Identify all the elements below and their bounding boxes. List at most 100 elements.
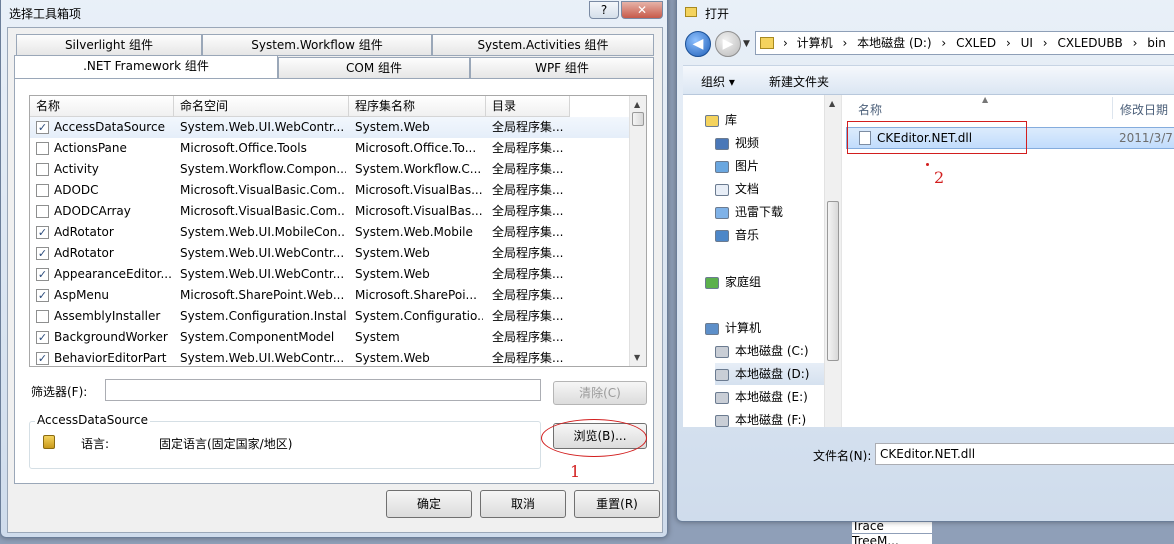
nav-item-document[interactable]: 文档 bbox=[715, 178, 759, 200]
table-row[interactable]: ActionsPane Microsoft.Office.Tools Microso… bbox=[30, 138, 630, 159]
scrollbar-thumb[interactable] bbox=[827, 201, 839, 361]
breadcrumb-cxledubb[interactable]: CXLEDUBB bbox=[1057, 36, 1122, 50]
components-list[interactable]: 名称 命名空间 程序集名称 目录 ✓ AccessDataSource System… bbox=[29, 95, 647, 367]
breadcrumb-drive-d[interactable]: 本地磁盘 (D:) bbox=[857, 36, 931, 50]
cell-ns: Microsoft.VisualBasic.Com... bbox=[180, 183, 346, 197]
tab-system-activities[interactable]: System.Activities 组件 bbox=[432, 34, 654, 56]
table-row[interactable]: AssemblyInstaller System.Configuration.In… bbox=[30, 306, 630, 327]
nav-item-music[interactable]: 音乐 bbox=[715, 224, 759, 246]
nav-item-homegroup[interactable]: 家庭组 bbox=[705, 271, 761, 293]
scrollbar-thumb[interactable] bbox=[632, 112, 644, 126]
clear-button[interactable]: 清除(C) bbox=[553, 381, 647, 405]
nav-item-picture[interactable]: 图片 bbox=[715, 155, 759, 177]
back-arrow-icon[interactable]: ◀ bbox=[685, 31, 711, 57]
table-row[interactable]: Activity System.Workflow.Compon... System.… bbox=[30, 159, 630, 180]
nav-scrollbar[interactable]: ▲ bbox=[824, 95, 841, 427]
cell-asm: System.Web.Mobile bbox=[355, 225, 473, 239]
cell-name: AspMenu bbox=[54, 288, 110, 302]
column-header-namespace[interactable]: 命名空间 bbox=[174, 96, 349, 117]
ok-button[interactable]: 确定 bbox=[386, 490, 472, 518]
breadcrumb-ui[interactable]: UI bbox=[1021, 36, 1033, 50]
list-scrollbar[interactable]: ▲ ▼ bbox=[629, 96, 646, 366]
row-checkbox[interactable]: ✓ bbox=[36, 352, 49, 365]
cell-dir: 全局程序集... bbox=[492, 183, 564, 197]
breadcrumb-cxled[interactable]: CXLED bbox=[956, 36, 996, 50]
nav-item-download[interactable]: 迅雷下载 bbox=[715, 201, 783, 223]
cell-asm: System.Workflow.C... bbox=[355, 162, 482, 176]
table-row[interactable]: ✓ AccessDataSource System.Web.UI.WebContr.… bbox=[30, 117, 630, 138]
nav-item-drive[interactable]: 本地磁盘 (F:) bbox=[715, 409, 806, 427]
organize-button[interactable]: 组织 ▾ bbox=[701, 73, 735, 90]
nav-item-computer[interactable]: 计算机 bbox=[705, 317, 761, 339]
nav-item-library[interactable]: 库 bbox=[705, 109, 737, 131]
row-checkbox[interactable]: ✓ bbox=[36, 331, 49, 344]
breadcrumb-separator-icon: › bbox=[941, 36, 947, 50]
column-header-name[interactable]: 名称 bbox=[30, 96, 174, 117]
row-checkbox[interactable] bbox=[36, 205, 49, 218]
reset-button[interactable]: 重置(R) bbox=[574, 490, 660, 518]
column-header-date[interactable]: 修改日期 bbox=[1120, 101, 1174, 121]
cell-dir: 全局程序集... bbox=[492, 120, 564, 134]
cell-dir: 全局程序集... bbox=[492, 330, 564, 344]
address-bar[interactable]: › 计算机 › 本地磁盘 (D:) › CXLED › UI › CXLEDUB… bbox=[755, 31, 1174, 55]
row-checkbox[interactable] bbox=[36, 163, 49, 176]
tab-wpf[interactable]: WPF 组件 bbox=[470, 57, 654, 79]
row-checkbox[interactable] bbox=[36, 142, 49, 155]
cell-ns: System.Web.UI.WebContr... bbox=[180, 120, 345, 134]
table-row[interactable]: ADODC Microsoft.VisualBasic.Com... Microso… bbox=[30, 180, 630, 201]
scroll-up-arrow-icon[interactable]: ▲ bbox=[634, 100, 640, 109]
table-row[interactable]: ✓ AdRotator System.Web.UI.MobileCon... Syst… bbox=[30, 222, 630, 243]
computer-icon bbox=[705, 322, 719, 335]
table-row[interactable]: ✓ AspMenu Microsoft.SharePoint.Web... Micro… bbox=[30, 285, 630, 306]
nav-item-drive[interactable]: 本地磁盘 (C:) bbox=[715, 340, 809, 362]
table-row[interactable]: ✓ BackgroundWorker System.ComponentModel Sy… bbox=[30, 327, 630, 348]
nav-item-drive[interactable]: 本地磁盘 (E:) bbox=[715, 386, 808, 408]
window-icon bbox=[685, 7, 697, 17]
table-row[interactable]: ✓ AdRotator System.Web.UI.WebContr... Syste… bbox=[30, 243, 630, 264]
filename-label: 文件名(N): bbox=[813, 449, 872, 463]
row-checkbox[interactable]: ✓ bbox=[36, 268, 49, 281]
cell-dir: 全局程序集... bbox=[492, 267, 564, 281]
close-button[interactable]: ✕ bbox=[621, 1, 663, 19]
tab-system-workflow[interactable]: System.Workflow 组件 bbox=[202, 34, 432, 56]
row-checkbox[interactable]: ✓ bbox=[36, 121, 49, 134]
cell-asm: Microsoft.VisualBas... bbox=[355, 183, 483, 197]
help-button[interactable]: ? bbox=[589, 1, 619, 19]
tab-com[interactable]: COM 组件 bbox=[278, 57, 470, 79]
nav-item-drive[interactable]: 本地磁盘 (D:) bbox=[715, 363, 833, 385]
history-dropdown-icon[interactable]: ▼ bbox=[743, 39, 750, 49]
row-checkbox[interactable]: ✓ bbox=[36, 226, 49, 239]
column-header-name[interactable]: 名称 bbox=[858, 101, 1114, 121]
cancel-button[interactable]: 取消 bbox=[480, 490, 566, 518]
library-icon bbox=[705, 114, 719, 127]
nav-item-label: 家庭组 bbox=[725, 275, 762, 289]
table-row[interactable]: ✓ BehaviorEditorPart System.Web.UI.WebCont… bbox=[30, 348, 630, 366]
picture-icon bbox=[715, 160, 729, 173]
open-file-dialog: 打开 ◀ ▶ ▼ › 计算机 › 本地磁盘 (D:) › CXLED › UI … bbox=[676, 0, 1174, 522]
table-row[interactable]: ✓ AppearanceEditor... System.Web.UI.WebCon… bbox=[30, 264, 630, 285]
breadcrumb-bin[interactable]: bin bbox=[1147, 36, 1166, 50]
tab-silverlight[interactable]: Silverlight 组件 bbox=[16, 34, 202, 56]
row-checkbox[interactable] bbox=[36, 184, 49, 197]
filename-input[interactable]: CKEditor.NET.dll bbox=[875, 443, 1174, 465]
forward-arrow-icon[interactable]: ▶ bbox=[715, 31, 741, 57]
row-checkbox[interactable] bbox=[36, 310, 49, 323]
column-header-assembly[interactable]: 程序集名称 bbox=[349, 96, 486, 117]
scroll-up-arrow-icon[interactable]: ▲ bbox=[829, 99, 835, 108]
cell-name: AssemblyInstaller bbox=[54, 309, 161, 323]
row-checkbox[interactable]: ✓ bbox=[36, 247, 49, 260]
cell-name: AdRotator bbox=[54, 246, 114, 260]
filter-input[interactable] bbox=[105, 379, 541, 401]
cell-ns: System.Web.UI.WebContr... bbox=[180, 246, 345, 260]
nav-item-label: 本地磁盘 (D:) bbox=[735, 367, 810, 381]
cell-asm: System bbox=[355, 330, 400, 344]
breadcrumb-computer[interactable]: 计算机 bbox=[797, 36, 833, 50]
scroll-down-arrow-icon[interactable]: ▼ bbox=[634, 353, 640, 362]
tab-net-framework[interactable]: .NET Framework 组件 bbox=[14, 55, 278, 79]
row-checkbox[interactable]: ✓ bbox=[36, 289, 49, 302]
column-header-directory[interactable]: 目录 bbox=[486, 96, 570, 117]
nav-item-video[interactable]: 视频 bbox=[715, 132, 759, 154]
new-folder-button[interactable]: 新建文件夹 bbox=[769, 73, 829, 90]
table-row[interactable]: ADODCArray Microsoft.VisualBasic.Com... Mi… bbox=[30, 201, 630, 222]
cell-ns: System.Workflow.Compon... bbox=[180, 162, 346, 176]
